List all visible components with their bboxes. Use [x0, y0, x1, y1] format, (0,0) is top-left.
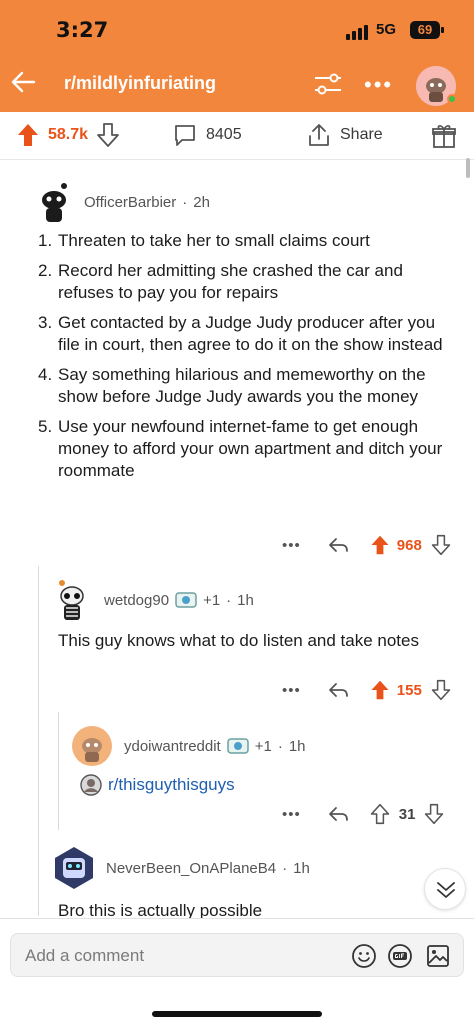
award-count: +1	[203, 591, 221, 609]
upvote-icon[interactable]	[369, 679, 391, 701]
comment-score: 31	[398, 805, 416, 823]
user-avatar[interactable]	[416, 66, 457, 106]
comment-composer-bar: Add a comment	[0, 918, 474, 1025]
post-score: 58.7k	[48, 126, 89, 143]
meta-separator: ·	[226, 591, 232, 609]
more-options-icon[interactable]: •••	[282, 682, 301, 699]
author-avatar[interactable]	[52, 578, 92, 622]
comment-score: 968	[396, 536, 422, 554]
list-item: 3. Get contacted by a Judge Judy producer…	[38, 313, 443, 354]
status-time: 3:27	[56, 18, 109, 42]
comment-author[interactable]: OfficerBarbier	[84, 194, 176, 211]
comment-score: 155	[396, 681, 422, 699]
back-arrow-icon[interactable]	[8, 66, 40, 98]
share-button[interactable]: Share	[306, 122, 383, 148]
comment-header: wetdog90 +1 · 1h	[52, 578, 254, 622]
online-status-dot	[447, 94, 457, 104]
top-bar: 3:27 5G 69 r/mildlyinfuriating •••	[0, 0, 474, 112]
award-gift-icon[interactable]	[430, 122, 458, 150]
emoji-icon[interactable]	[351, 943, 377, 969]
add-comment-placeholder: Add a comment	[25, 946, 145, 965]
author-avatar[interactable]	[52, 846, 96, 890]
award-count: +1	[254, 737, 272, 755]
subreddit-avatar-icon	[80, 774, 102, 796]
thread-line	[58, 712, 59, 830]
share-icon	[309, 124, 329, 146]
author-avatar[interactable]	[72, 726, 112, 766]
more-options-icon[interactable]: •••	[282, 537, 301, 554]
add-comment-input[interactable]: Add a comment	[10, 933, 464, 977]
list-item: 2. Record her admitting she crashed the c…	[38, 261, 403, 302]
subreddit-link[interactable]: r/thisguythisguys	[80, 774, 235, 796]
list-item: 1. Threaten to take her to small claims c…	[38, 231, 370, 250]
downvote-icon[interactable]	[430, 534, 452, 556]
post-action-bar: 58.7k 8405 Share	[0, 112, 474, 160]
downvote-icon[interactable]	[423, 803, 445, 825]
meta-separator: ·	[277, 737, 283, 755]
meta-separator: ·	[282, 859, 288, 877]
signal-icon	[346, 24, 372, 40]
comment-header: OfficerBarbier · 2h	[34, 180, 210, 224]
comment-age: 1h	[288, 737, 306, 755]
downvote-icon[interactable]	[430, 679, 452, 701]
upvote-icon[interactable]	[369, 803, 391, 825]
image-icon[interactable]	[425, 943, 451, 969]
comment-age: 2h	[193, 193, 210, 211]
list-item: 4. Say something hilarious and memeworthy…	[38, 365, 426, 406]
home-indicator	[152, 1011, 322, 1017]
comment-author[interactable]: ydoiwantreddit	[124, 738, 221, 755]
thread-line	[38, 566, 39, 916]
battery-icon: 69	[410, 21, 444, 39]
reply-icon[interactable]	[327, 804, 349, 824]
award-badge-icon	[226, 738, 249, 754]
award-badge-icon	[175, 592, 197, 608]
comment-author[interactable]: NeverBeen_OnAPlaneB4	[106, 860, 276, 877]
share-label: Share	[340, 126, 383, 143]
comment-actions: ••• 155	[282, 679, 452, 701]
reply-icon[interactable]	[327, 535, 349, 555]
author-avatar[interactable]	[34, 180, 74, 224]
post-vote-group: 58.7k	[16, 122, 120, 148]
double-chevron-down-icon	[437, 882, 455, 898]
sort-filter-icon[interactable]	[312, 70, 344, 98]
reply-icon[interactable]	[327, 680, 349, 700]
comment-body: This guy knows what to do listen and tak…	[58, 631, 419, 650]
upvote-icon[interactable]	[369, 534, 391, 556]
comment-body: 1. Threaten to take her to small claims c…	[38, 230, 458, 490]
gif-icon[interactable]	[387, 943, 413, 969]
comments-button[interactable]: 8405	[172, 122, 242, 148]
comment-bubble-icon	[175, 125, 195, 146]
comment-count: 8405	[206, 126, 242, 143]
subreddit-title[interactable]: r/mildlyinfuriating	[64, 73, 216, 94]
comment-age: 1h	[237, 591, 254, 609]
comment-actions: ••• 968	[282, 534, 452, 556]
comment-author[interactable]: wetdog90	[104, 592, 169, 609]
scrollbar[interactable]	[466, 158, 470, 178]
scroll-down-button[interactable]	[424, 868, 466, 910]
comment-header: ydoiwantreddit +1 · 1h	[72, 726, 306, 766]
upvote-icon[interactable]	[16, 122, 40, 148]
comment-header: NeverBeen_OnAPlaneB4 · 1h	[52, 846, 310, 890]
more-options-icon[interactable]: •••	[364, 72, 393, 98]
list-item: 5. Use your newfound internet-fame to get…	[38, 417, 443, 480]
subreddit-link-text[interactable]: r/thisguythisguys	[108, 775, 235, 795]
downvote-icon[interactable]	[96, 122, 120, 148]
meta-separator: ·	[182, 193, 188, 211]
network-label: 5G	[376, 21, 397, 38]
comment-actions: ••• 31	[282, 803, 445, 825]
more-options-icon[interactable]: •••	[282, 806, 301, 823]
comment-age: 1h	[293, 859, 310, 877]
